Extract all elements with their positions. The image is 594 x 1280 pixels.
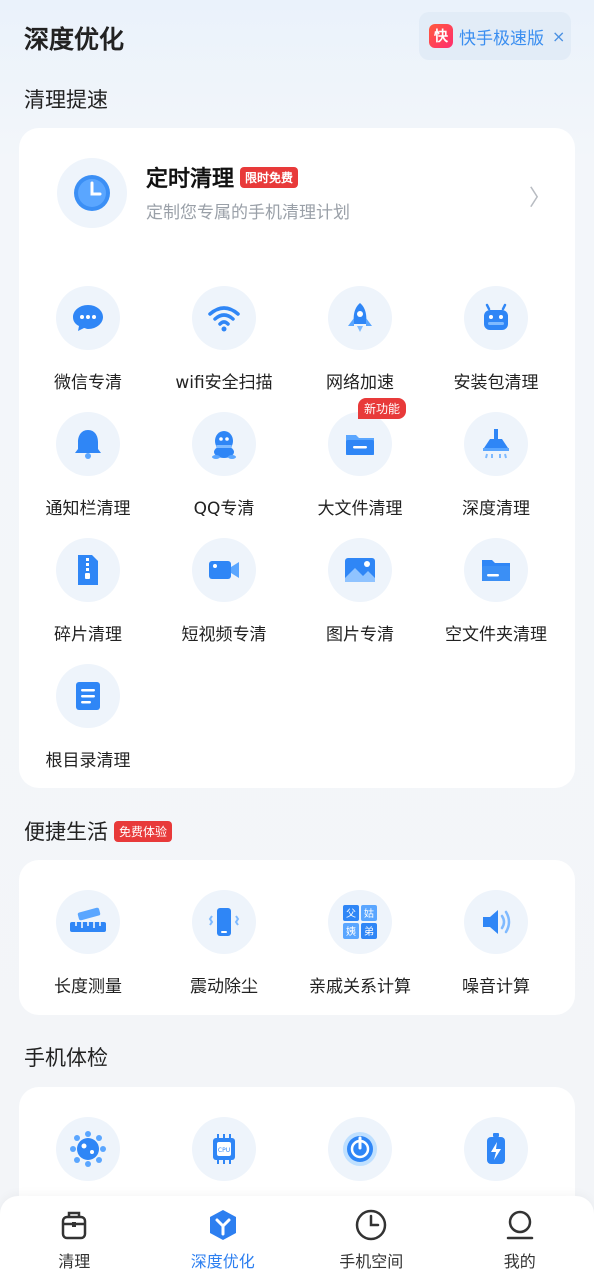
vacuum-icon [464,412,528,476]
free-trial-badge: 免费体验 [114,820,173,842]
relative-char: 父 [346,908,356,920]
tool-wifi-scan[interactable]: wifi安全扫描 [157,278,291,398]
tool-notification-clean[interactable]: 通知栏清理 [21,404,155,524]
wifi-icon [192,286,256,350]
cpu-icon: CPU [192,1117,256,1181]
new-feature-badge: 新功能 [358,398,407,419]
relative-char: 姨 [346,925,356,938]
relative-char: 弟 [364,926,374,938]
tool-label: 通知栏清理 [45,499,131,519]
section-title-clean: 清理提速 [24,84,108,114]
tool-label: 深度清理 [462,499,530,519]
tool-fragment-clean[interactable]: 碎片清理 [21,530,155,650]
tool-label: 空文件夹清理 [445,625,547,645]
relatives-icon: 父 姑 姨 弟 [328,890,392,954]
bell-icon [56,412,120,476]
tool-label: 长度测量 [54,977,122,997]
clean-card: 定时清理 限时免费 定制您专属的手机清理计划 〉 微信专清 wifi安全扫描 网… [19,128,575,788]
relative-char: 姑 [364,907,374,920]
virus-icon [56,1117,120,1181]
tool-wechat-clean[interactable]: 微信专清 [21,278,155,398]
vibrate-phone-icon [192,890,256,954]
page-title: 深度优化 [24,25,125,54]
tab-phone-space[interactable]: 手机空间 [297,1196,446,1280]
section-title-life: 便捷生活 免费体验 [24,816,173,846]
folder-icon: 新功能 [328,398,407,476]
tool-vibrate-dust[interactable]: 震动除尘 [157,882,291,1002]
ruler-icon [56,890,120,954]
tool-noise-calc[interactable]: 噪音计算 [429,882,563,1002]
optimize-icon [209,1210,236,1240]
video-icon [192,538,256,602]
timer-title: 定时清理 限时免费 [146,161,299,193]
tool-deep-clean[interactable]: 深度清理 [429,404,563,524]
cpu-chip-text: CPU [218,1147,230,1154]
document-icon [56,664,120,728]
timer-title-text: 定时清理 [146,167,235,192]
tool-label: 短视频专清 [181,625,267,645]
tab-label: 我的 [503,1252,536,1271]
image-icon [328,538,392,602]
timer-clean-row[interactable]: 定时清理 限时免费 定制您专属的手机清理计划 〉 [19,128,575,258]
tab-label: 深度优化 [190,1252,255,1271]
chevron-right-icon: 〉 [528,186,551,211]
tab-label: 手机空间 [339,1252,404,1271]
tool-label: wifi安全扫描 [175,373,273,393]
tool-relatives-calc[interactable]: 父 姑 姨 弟 亲戚关系计算 [293,882,427,1002]
tool-label: 震动除尘 [190,977,258,997]
android-icon [464,286,528,350]
rocket-icon [328,286,392,350]
wechat-icon [56,286,120,350]
clock-icon [356,1209,387,1241]
tool-short-video-clean[interactable]: 短视频专清 [157,530,291,650]
tab-mine[interactable]: 我的 [446,1196,594,1280]
tool-label: 根目录清理 [45,751,131,771]
tool-label: 网络加速 [326,373,394,393]
zip-file-icon [56,538,120,602]
life-card: 长度测量 震动除尘 父 姑 姨 弟 亲戚关系计算 噪音计算 [19,860,575,1015]
section-title-text: 手机体检 [24,1046,108,1070]
broom-icon [62,1211,87,1240]
empty-folder-icon [464,538,528,602]
qq-icon [192,412,256,476]
bottom-tab-bar: 清理 深度优化 手机空间 我的 [0,1196,594,1280]
tab-deep-optimize[interactable]: 深度优化 [149,1196,298,1280]
tool-label: QQ专清 [193,499,255,519]
tool-label: 亲戚关系计算 [309,977,411,997]
battery-icon [464,1117,528,1181]
tool-label: 图片专清 [326,625,394,645]
close-icon[interactable]: × [552,27,565,46]
kuaishou-logo-icon: 快 [429,24,453,48]
tool-apk-clean[interactable]: 安装包清理 [429,278,563,398]
promo-chip[interactable]: 快 快手极速版 × [419,12,571,60]
timer-subtitle: 定制您专属的手机清理计划 [146,203,350,223]
speaker-icon [464,890,528,954]
tab-label: 清理 [58,1252,91,1271]
tool-network-boost[interactable]: 网络加速 [293,278,427,398]
timer-icon [57,158,127,228]
tool-image-clean[interactable]: 图片专清 [293,530,427,650]
user-icon [506,1210,533,1240]
tool-label: 大文件清理 [317,499,403,519]
tool-qq-clean[interactable]: QQ专清 [157,404,291,524]
tool-label: 噪音计算 [462,977,530,997]
tool-large-file-clean[interactable]: 新功能 大文件清理 [293,398,427,524]
tool-length-measure[interactable]: 长度测量 [21,882,155,1002]
promo-label: 快手极速版 [459,28,544,49]
limited-free-badge: 限时免费 [240,166,299,188]
tool-label: 碎片清理 [54,625,122,645]
tool-label: 安装包清理 [453,373,539,393]
tool-label: 微信专清 [54,373,122,393]
tool-root-dir-clean[interactable]: 根目录清理 [21,656,155,776]
tool-empty-folder-clean[interactable]: 空文件夹清理 [429,530,563,650]
power-icon [328,1117,392,1181]
section-title-check: 手机体检 [24,1042,108,1072]
tab-clean[interactable]: 清理 [0,1196,149,1280]
section-title-text: 便捷生活 [24,820,108,844]
section-title-text: 清理提速 [24,88,108,112]
